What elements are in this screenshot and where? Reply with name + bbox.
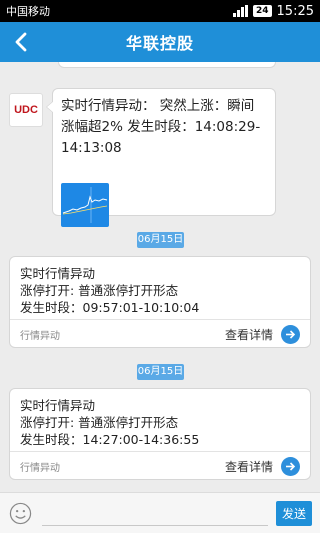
input-bar: 发送	[0, 492, 320, 533]
card-detail: 涨停打开: 普通涨停打开形态	[20, 415, 179, 430]
page-title: 华联控股	[125, 34, 194, 53]
chat-list[interactable]: UDC 实时行情异动： 突然上涨：瞬间涨幅超2% 发生时段：14:08:29-1…	[0, 62, 320, 492]
arrow-right-icon[interactable]	[281, 456, 300, 476]
message-text: 实时行情异动： 突然上涨：瞬间涨幅超2% 发生时段：14:08:29-14:13…	[61, 98, 261, 156]
view-details-link[interactable]: 查看详情	[224, 324, 300, 344]
status-bar: 中国移动 24 15:25	[0, 0, 320, 22]
emoji-icon[interactable]	[9, 502, 32, 525]
message-bubble[interactable]: 实时行情异动： 突然上涨：瞬间涨幅超2% 发生时段：14:08:29-14:13…	[46, 88, 276, 227]
title-bar: 华联控股	[0, 22, 320, 62]
date-badge: 06月15日	[137, 364, 184, 380]
card-tag: 行情异动	[20, 462, 60, 474]
signal-icon	[233, 5, 248, 17]
back-icon[interactable]	[10, 30, 34, 54]
view-details-link[interactable]: 查看详情	[224, 456, 300, 476]
clock: 15:25	[276, 3, 314, 19]
chart-thumbnail[interactable]	[61, 183, 109, 227]
date-badge: 06月15日	[137, 232, 184, 248]
card-title: 实时行情异动	[20, 266, 96, 281]
card-tag: 行情异动	[20, 330, 60, 342]
card-title: 实时行情异动	[20, 398, 96, 413]
view-details-label: 查看详情	[224, 327, 273, 342]
avatar[interactable]: UDC	[9, 93, 43, 127]
chart-thumbnail-icon	[62, 187, 108, 223]
arrow-right-icon[interactable]	[281, 324, 300, 344]
carrier-label: 中国移动	[6, 5, 50, 18]
view-details-label: 查看详情	[224, 459, 273, 474]
card-time: 发生时段：09:57:01-10:10:04	[20, 300, 200, 315]
battery-icon: 24	[253, 5, 272, 17]
alert-card[interactable]: 实时行情异动 涨停打开: 普通涨停打开形态 发生时段：09:57:01-10:1…	[9, 256, 311, 348]
alert-card[interactable]: 实时行情异动 涨停打开: 普通涨停打开形态 发生时段：14:27:00-14:3…	[9, 388, 311, 480]
send-button[interactable]: 发送	[276, 501, 312, 526]
message-input[interactable]	[42, 500, 268, 526]
card-detail: 涨停打开: 普通涨停打开形态	[20, 283, 179, 298]
card-time: 发生时段：14:27:00-14:36:55	[20, 432, 200, 447]
previous-message-bubble	[58, 62, 276, 68]
